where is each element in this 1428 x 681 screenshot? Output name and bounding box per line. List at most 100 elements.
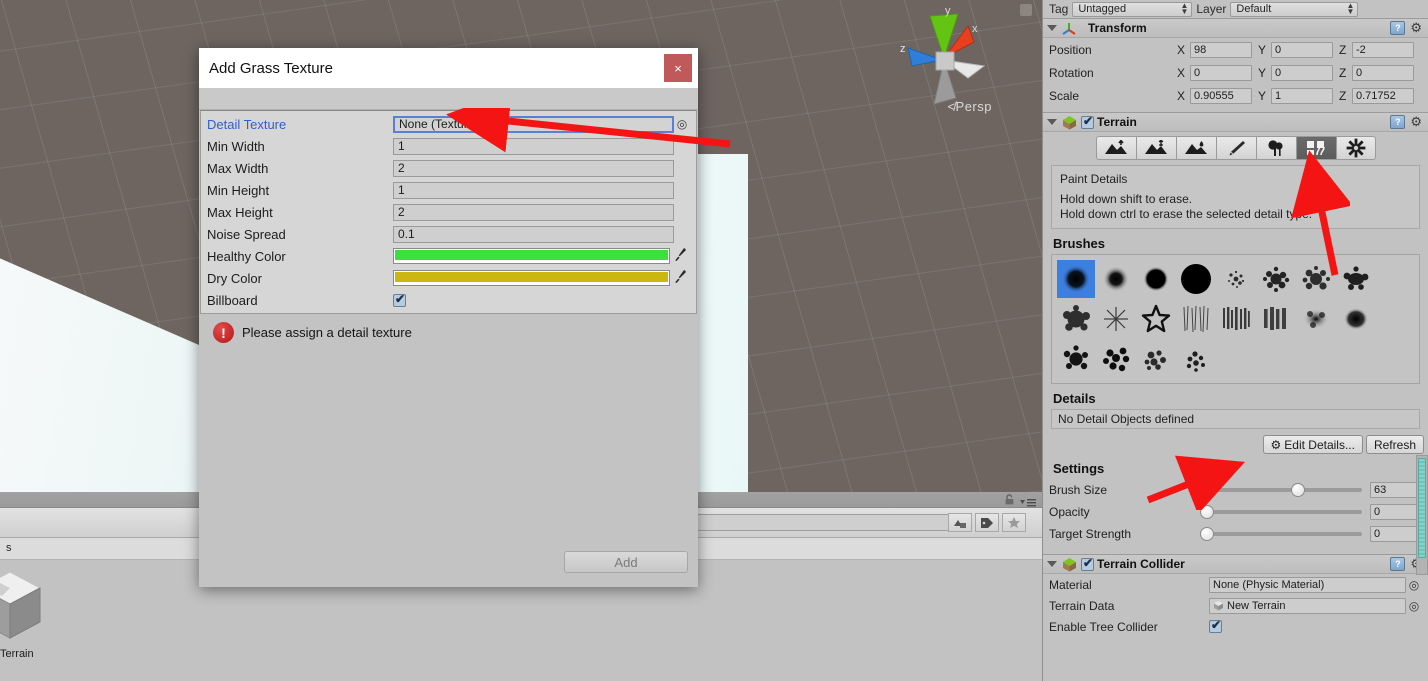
object-picker-icon[interactable]: ◎ [1406, 578, 1422, 592]
add-button[interactable]: Add [564, 551, 688, 573]
axis-label-z: Z [1339, 65, 1347, 80]
create-asset-icon[interactable] [948, 513, 972, 532]
help-icon[interactable]: ? [1390, 557, 1406, 571]
field-row-detail-texture: Detail Texture None (Texture 2D) ◎ [201, 113, 696, 135]
brush-item[interactable] [1177, 300, 1215, 338]
min-width-field[interactable]: 1 [393, 137, 674, 155]
foldout-arrow-icon[interactable] [1047, 561, 1057, 567]
position-x-field[interactable]: 98 [1190, 41, 1252, 58]
max-width-field[interactable]: 2 [393, 159, 674, 177]
brush-item[interactable] [1137, 300, 1175, 338]
brush-item[interactable] [1297, 300, 1335, 338]
brush-item[interactable] [1177, 340, 1215, 378]
healthy-color-swatch[interactable] [393, 248, 670, 264]
brush-item[interactable] [1337, 260, 1375, 298]
slider-handle[interactable] [1200, 505, 1214, 519]
brush-item[interactable] [1057, 260, 1095, 298]
place-trees-tool[interactable] [1255, 136, 1296, 160]
label-icon[interactable] [975, 513, 999, 532]
brush-item[interactable] [1177, 260, 1215, 298]
field-row-healthy-color: Healthy Color [201, 245, 696, 267]
gear-icon: ⚙ [1270, 437, 1282, 452]
opacity-slider[interactable] [1200, 505, 1362, 519]
brush-item[interactable] [1337, 300, 1375, 338]
brush-item[interactable] [1297, 260, 1335, 298]
dry-color-swatch[interactable] [393, 270, 670, 286]
target-strength-value[interactable]: 0 [1370, 526, 1422, 542]
position-y-field[interactable]: 0 [1271, 41, 1333, 58]
terrain-settings-tool[interactable] [1335, 136, 1376, 160]
max-height-field[interactable]: 2 [393, 203, 674, 221]
close-icon[interactable]: × [664, 54, 692, 82]
help-icon[interactable]: ? [1390, 115, 1406, 129]
layer-dropdown[interactable]: Default ▲ ▼ [1230, 1, 1359, 17]
favorite-star-icon[interactable] [1002, 513, 1026, 532]
brush-grid[interactable] [1051, 254, 1420, 384]
eyedropper-icon[interactable] [670, 247, 690, 265]
scene-lock-icon[interactable] [1020, 4, 1032, 16]
slider-handle[interactable] [1200, 527, 1214, 541]
component-header-terrain[interactable]: Terrain ? ⚙ [1043, 112, 1428, 132]
brush-item[interactable] [1257, 260, 1295, 298]
scale-y-field[interactable]: 1 [1271, 87, 1333, 104]
brush-item[interactable] [1257, 300, 1295, 338]
material-field[interactable]: None (Physic Material) [1209, 576, 1406, 593]
terrain-collider-enabled-checkbox[interactable] [1081, 556, 1094, 571]
gear-icon[interactable]: ⚙ [1410, 115, 1422, 129]
foldout-arrow-icon[interactable] [1047, 119, 1057, 125]
rotation-z-field[interactable]: 0 [1352, 64, 1414, 81]
brush-item[interactable] [1217, 260, 1255, 298]
inspector-scrollbar[interactable] [1416, 455, 1428, 575]
raise-lower-terrain-tool[interactable] [1095, 136, 1136, 160]
scale-x-field[interactable]: 0.90555 [1190, 87, 1252, 104]
component-header-terrain-collider[interactable]: Terrain Collider ? ⚙ [1043, 554, 1428, 574]
terrain-data-field[interactable]: New Terrain [1209, 597, 1406, 614]
slider-label: Brush Size [1049, 483, 1108, 497]
collider-row-material: Material None (Physic Material) ◎ [1043, 574, 1428, 595]
tag-dropdown[interactable]: Untagged ▲ ▼ [1072, 1, 1193, 17]
brush-item[interactable] [1097, 260, 1135, 298]
enable-tree-collider-checkbox[interactable] [1209, 618, 1222, 633]
paint-height-tool[interactable] [1135, 136, 1176, 160]
slider-row-opacity: Opacity 0 [1043, 501, 1428, 523]
edit-details-button[interactable]: ⚙ Edit Details... [1262, 435, 1363, 454]
component-header-transform[interactable]: Transform ? ⚙ [1043, 18, 1428, 38]
brush-item[interactable] [1097, 340, 1135, 378]
paint-texture-tool[interactable] [1215, 136, 1256, 160]
field-label: Noise Spread [207, 226, 286, 242]
position-z-field[interactable]: -2 [1352, 41, 1414, 58]
brush-size-value[interactable]: 63 [1370, 482, 1422, 498]
billboard-checkbox[interactable] [393, 292, 406, 307]
help-icon[interactable]: ? [1390, 21, 1406, 35]
paint-details-tool[interactable] [1295, 136, 1336, 160]
foldout-arrow-icon[interactable] [1047, 25, 1057, 31]
noise-spread-field[interactable]: 0.1 [393, 225, 674, 243]
smooth-height-tool[interactable] [1175, 136, 1216, 160]
refresh-button[interactable]: Refresh [1365, 435, 1424, 454]
object-picker-icon[interactable]: ◎ [674, 117, 690, 131]
opacity-value[interactable]: 0 [1370, 504, 1422, 520]
scale-z-field[interactable]: 0.71752 [1352, 87, 1414, 104]
panel-lock-icon[interactable] [1005, 494, 1014, 505]
target-strength-slider[interactable] [1200, 527, 1362, 541]
brush-size-slider[interactable] [1201, 483, 1362, 497]
rotation-y-field[interactable]: 0 [1271, 64, 1333, 81]
brush-item[interactable] [1057, 340, 1095, 378]
eyedropper-icon[interactable] [670, 269, 690, 287]
slider-handle[interactable] [1291, 483, 1306, 497]
detail-texture-field[interactable]: None (Texture 2D) [393, 115, 674, 133]
min-height-field[interactable]: 1 [393, 181, 674, 199]
brush-item[interactable] [1137, 260, 1175, 298]
scene-projection-label[interactable]: ≮Persp [947, 99, 992, 114]
object-picker-icon[interactable]: ◎ [1406, 599, 1422, 613]
gear-icon[interactable]: ⚙ [1410, 21, 1422, 35]
brush-item[interactable] [1217, 300, 1255, 338]
brush-item[interactable] [1137, 340, 1175, 378]
scrollbar-thumb[interactable] [1418, 458, 1426, 558]
brush-item[interactable] [1057, 300, 1095, 338]
brush-item[interactable] [1097, 300, 1135, 338]
rotation-x-field[interactable]: 0 [1190, 64, 1252, 81]
details-section-title: Details [1053, 391, 1096, 406]
terrain-enabled-checkbox[interactable] [1081, 114, 1094, 129]
svg-text:z: z [900, 43, 906, 55]
